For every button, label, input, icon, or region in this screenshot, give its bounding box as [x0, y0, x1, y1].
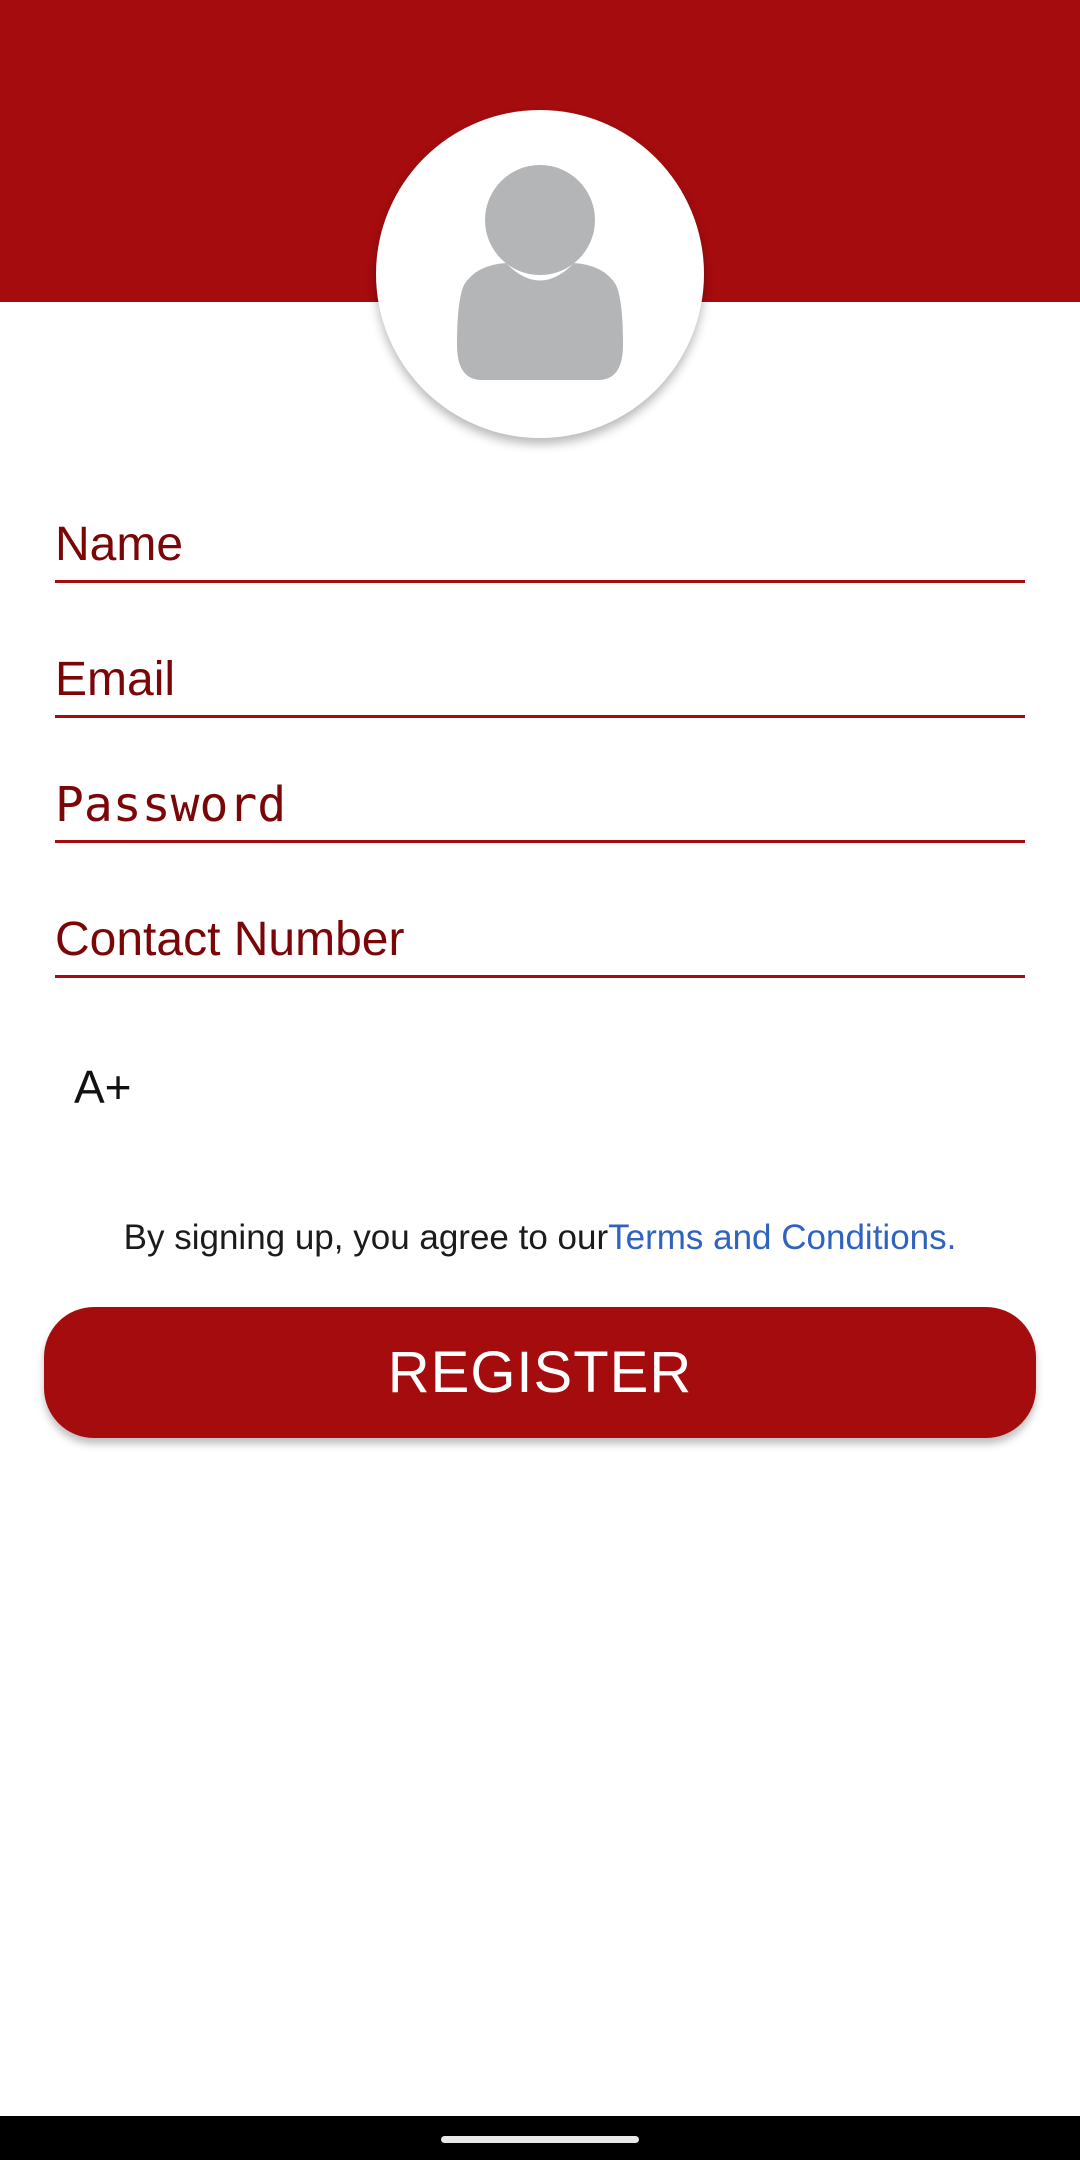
email-field[interactable] [55, 645, 1025, 718]
blood-group-spinner[interactable]: A+ [74, 1060, 132, 1114]
contact-number-field[interactable] [55, 905, 1025, 978]
password-input[interactable] [55, 770, 1025, 840]
terms-prefix: By signing up, you agree to our [123, 1218, 609, 1257]
password-field[interactable] [55, 770, 1025, 843]
contact-number-input[interactable] [55, 905, 1025, 975]
name-field[interactable] [55, 510, 1025, 583]
home-gesture-handle[interactable] [441, 2136, 639, 2143]
profile-avatar[interactable] [376, 110, 704, 438]
terms-notice: By signing up, you agree to ourTerms and… [0, 1218, 1080, 1258]
registration-screen: A+ By signing up, you agree to ourTerms … [0, 0, 1080, 2160]
user-silhouette-icon [457, 165, 623, 380]
name-input[interactable] [55, 510, 1025, 580]
terms-link[interactable]: Terms and Conditions. [608, 1218, 956, 1257]
email-input[interactable] [55, 645, 1025, 715]
register-button[interactable]: REGISTER [44, 1307, 1036, 1438]
